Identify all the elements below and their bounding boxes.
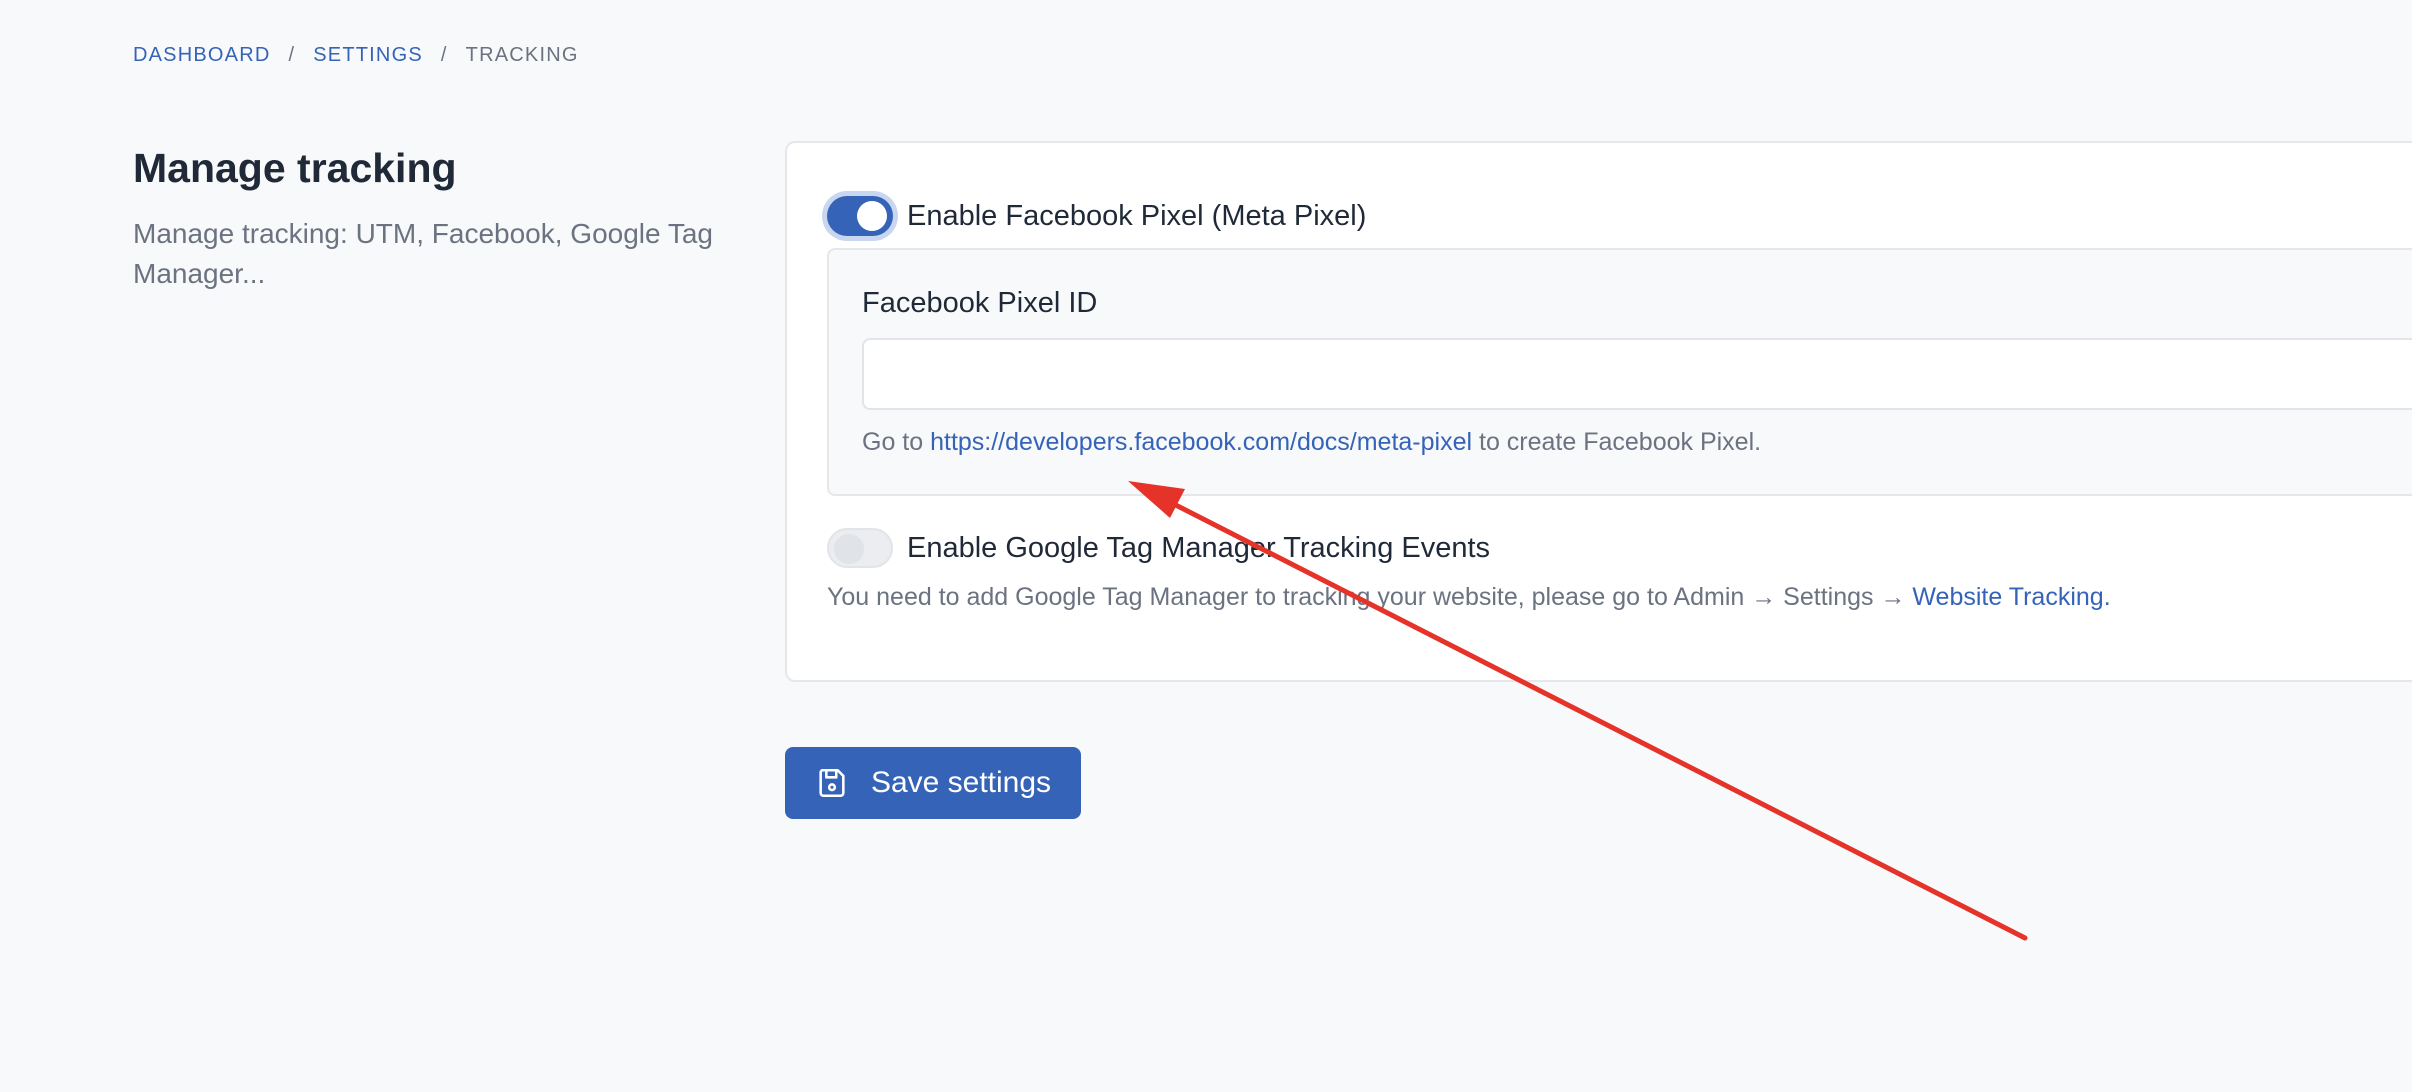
toggle-knob [857, 201, 887, 231]
breadcrumb: DASHBOARD / SETTINGS / TRACKING [133, 44, 579, 67]
facebook-pixel-id-label: Facebook Pixel ID [862, 287, 1098, 319]
facebook-help-prefix: Go to [862, 428, 931, 456]
breadcrumb-separator: / [440, 44, 448, 66]
facebook-pixel-settings: Facebook Pixel ID Go to https://develope… [827, 248, 2412, 496]
facebook-pixel-help: Go to https://developers.facebook.com/do… [862, 428, 1761, 457]
facebook-help-suffix: to create Facebook Pixel. [1472, 428, 1762, 456]
floppy-disk-icon [819, 768, 845, 798]
gtm-toggle-row[interactable]: Enable Google Tag Manager Tracking Event… [827, 528, 1490, 568]
breadcrumb-settings[interactable]: SETTINGS [313, 44, 423, 67]
tracking-settings-card: Enable Facebook Pixel (Meta Pixel) Faceb… [785, 141, 2412, 682]
page-description: Manage tracking: UTM, Facebook, Google T… [133, 218, 714, 289]
gtm-help-prefix: You need to add Google Tag Manager to tr… [827, 583, 1913, 611]
facebook-pixel-toggle-row[interactable]: Enable Facebook Pixel (Meta Pixel) [827, 196, 1366, 236]
facebook-docs-link[interactable]: https://developers.facebook.com/docs/met… [930, 428, 1472, 456]
page-title: Manage tracking [133, 145, 457, 191]
facebook-pixel-id-input[interactable] [862, 338, 2412, 410]
save-settings-label: Save settings [870, 766, 1052, 799]
toggle-knob [834, 534, 864, 564]
breadcrumb-separator: / [288, 44, 296, 66]
page: DASHBOARD / SETTINGS / TRACKING Manage t… [0, 0, 2412, 1092]
gtm-help: You need to add Google Tag Manager to tr… [827, 583, 2111, 612]
breadcrumb-current: TRACKING [465, 44, 579, 66]
website-tracking-link[interactable]: Website Tracking. [1912, 583, 2110, 611]
gtm-toggle-label[interactable]: Enable Google Tag Manager Tracking Event… [907, 532, 1490, 565]
facebook-pixel-toggle-label[interactable]: Enable Facebook Pixel (Meta Pixel) [907, 200, 1366, 233]
facebook-pixel-toggle[interactable] [827, 196, 893, 236]
breadcrumb-dashboard[interactable]: DASHBOARD [133, 44, 271, 67]
gtm-toggle[interactable] [827, 528, 893, 568]
save-settings-button[interactable]: Save settings [785, 747, 1081, 819]
